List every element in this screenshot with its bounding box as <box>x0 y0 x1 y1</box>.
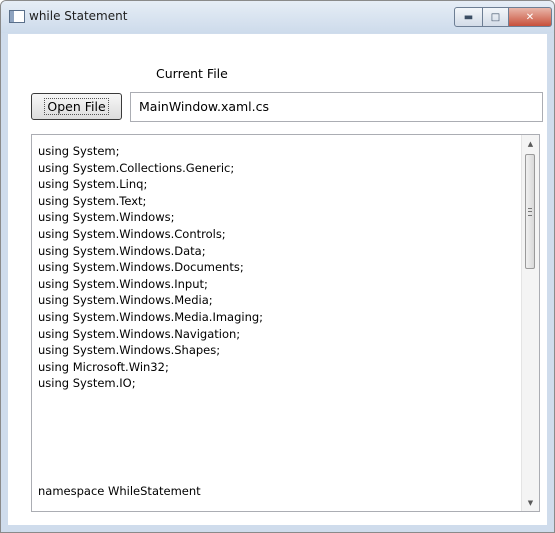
code-line: using System.Windows.Data; <box>38 243 206 258</box>
scroll-down-arrow[interactable]: ▼ <box>522 494 539 511</box>
window-controls: ▬ □ ✕ <box>454 7 552 27</box>
minimize-icon: ▬ <box>463 11 474 23</box>
scroll-up-arrow[interactable]: ▲ <box>522 135 539 152</box>
code-line: using System.Linq; <box>38 177 148 192</box>
client-area: Current File Open File MainWindow.xaml.c… <box>8 34 547 525</box>
title-bar[interactable]: while Statement ▬ □ ✕ <box>1 1 554 33</box>
app-window: while Statement ▬ □ ✕ Current File Open … <box>0 0 555 533</box>
grip-icon <box>528 208 532 216</box>
open-file-button-label: Open File <box>44 98 109 115</box>
code-line: using System; <box>38 144 120 158</box>
code-line: using System.Windows.Navigation; <box>38 326 241 341</box>
current-file-field[interactable]: MainWindow.xaml.cs <box>130 92 543 122</box>
code-line: using System.Windows.Input; <box>38 276 208 291</box>
code-line: using System.Windows.Media.Imaging; <box>38 309 264 324</box>
code-line: using System.Windows; <box>38 210 175 225</box>
code-line: using System.Windows.Controls; <box>38 226 226 241</box>
code-line: using System.IO; <box>38 376 136 391</box>
maximize-button[interactable]: □ <box>483 7 509 27</box>
open-file-button[interactable]: Open File <box>31 93 122 120</box>
window-title: while Statement <box>29 9 128 23</box>
code-line: using Microsoft.Win32; <box>38 359 169 374</box>
minimize-button[interactable]: ▬ <box>454 7 483 27</box>
code-lines: using System; using System.Collections.G… <box>38 143 263 392</box>
scrollbar-thumb[interactable] <box>525 154 535 269</box>
code-text-box[interactable]: using System; using System.Collections.G… <box>31 134 540 512</box>
code-line: using System.Collections.Generic; <box>38 160 235 175</box>
code-line: using System.Windows.Shapes; <box>38 343 221 358</box>
close-button[interactable]: ✕ <box>509 7 552 27</box>
close-icon: ✕ <box>525 11 535 23</box>
code-line: using System.Text; <box>38 193 147 208</box>
maximize-icon: □ <box>490 11 501 23</box>
app-window-icon <box>9 10 25 23</box>
vertical-scrollbar[interactable]: ▲ ▼ <box>521 135 539 511</box>
namespace-line: namespace WhileStatement <box>38 484 201 498</box>
current-file-label: Current File <box>156 66 228 81</box>
code-line: using System.Windows.Media; <box>38 293 213 308</box>
chevron-up-icon: ▲ <box>527 139 534 148</box>
chevron-down-icon: ▼ <box>527 498 534 507</box>
code-line: using System.Windows.Documents; <box>38 260 244 275</box>
